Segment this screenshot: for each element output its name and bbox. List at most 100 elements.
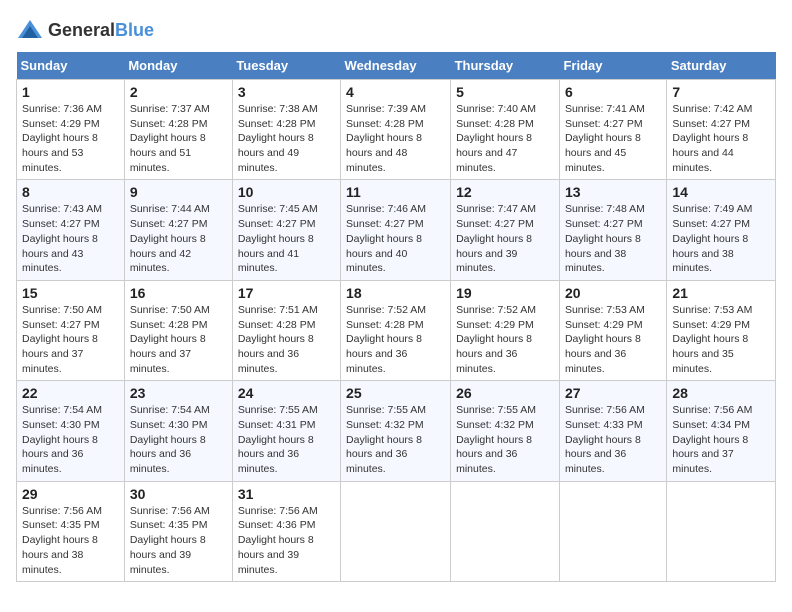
calendar-cell: 18 Sunrise: 7:52 AM Sunset: 4:28 PM Dayl…	[341, 280, 451, 380]
day-number: 19	[456, 285, 554, 301]
day-info: Sunrise: 7:41 AM Sunset: 4:27 PM Dayligh…	[565, 102, 661, 175]
day-number: 28	[672, 385, 770, 401]
calendar-week-3: 15 Sunrise: 7:50 AM Sunset: 4:27 PM Dayl…	[17, 280, 776, 380]
logo-general: GeneralBlue	[48, 20, 154, 41]
day-number: 20	[565, 285, 661, 301]
day-info: Sunrise: 7:46 AM Sunset: 4:27 PM Dayligh…	[346, 202, 445, 275]
day-info: Sunrise: 7:53 AM Sunset: 4:29 PM Dayligh…	[672, 303, 770, 376]
header-row: Sunday Monday Tuesday Wednesday Thursday…	[17, 52, 776, 80]
day-number: 3	[238, 84, 335, 100]
calendar-cell	[341, 481, 451, 581]
calendar-header: Sunday Monday Tuesday Wednesday Thursday…	[17, 52, 776, 80]
day-info: Sunrise: 7:45 AM Sunset: 4:27 PM Dayligh…	[238, 202, 335, 275]
calendar-cell: 12 Sunrise: 7:47 AM Sunset: 4:27 PM Dayl…	[451, 180, 560, 280]
calendar-table: Sunday Monday Tuesday Wednesday Thursday…	[16, 52, 776, 582]
day-info: Sunrise: 7:50 AM Sunset: 4:28 PM Dayligh…	[130, 303, 227, 376]
calendar-cell: 22 Sunrise: 7:54 AM Sunset: 4:30 PM Dayl…	[17, 381, 125, 481]
day-number: 10	[238, 184, 335, 200]
day-info: Sunrise: 7:55 AM Sunset: 4:31 PM Dayligh…	[238, 403, 335, 476]
day-number: 12	[456, 184, 554, 200]
day-number: 21	[672, 285, 770, 301]
calendar-cell: 28 Sunrise: 7:56 AM Sunset: 4:34 PM Dayl…	[667, 381, 776, 481]
calendar-cell: 31 Sunrise: 7:56 AM Sunset: 4:36 PM Dayl…	[232, 481, 340, 581]
calendar-cell: 10 Sunrise: 7:45 AM Sunset: 4:27 PM Dayl…	[232, 180, 340, 280]
logo: GeneralBlue	[16, 16, 154, 44]
col-friday: Friday	[559, 52, 666, 80]
day-info: Sunrise: 7:52 AM Sunset: 4:29 PM Dayligh…	[456, 303, 554, 376]
day-number: 1	[22, 84, 119, 100]
day-number: 23	[130, 385, 227, 401]
day-info: Sunrise: 7:55 AM Sunset: 4:32 PM Dayligh…	[456, 403, 554, 476]
day-info: Sunrise: 7:56 AM Sunset: 4:34 PM Dayligh…	[672, 403, 770, 476]
calendar-body: 1 Sunrise: 7:36 AM Sunset: 4:29 PM Dayli…	[17, 80, 776, 582]
day-info: Sunrise: 7:38 AM Sunset: 4:28 PM Dayligh…	[238, 102, 335, 175]
day-info: Sunrise: 7:55 AM Sunset: 4:32 PM Dayligh…	[346, 403, 445, 476]
calendar-cell: 25 Sunrise: 7:55 AM Sunset: 4:32 PM Dayl…	[341, 381, 451, 481]
day-info: Sunrise: 7:42 AM Sunset: 4:27 PM Dayligh…	[672, 102, 770, 175]
calendar-cell: 15 Sunrise: 7:50 AM Sunset: 4:27 PM Dayl…	[17, 280, 125, 380]
day-number: 9	[130, 184, 227, 200]
day-number: 7	[672, 84, 770, 100]
day-number: 22	[22, 385, 119, 401]
calendar-week-1: 1 Sunrise: 7:36 AM Sunset: 4:29 PM Dayli…	[17, 80, 776, 180]
day-number: 2	[130, 84, 227, 100]
day-number: 18	[346, 285, 445, 301]
col-sunday: Sunday	[17, 52, 125, 80]
calendar-cell: 1 Sunrise: 7:36 AM Sunset: 4:29 PM Dayli…	[17, 80, 125, 180]
calendar-cell	[667, 481, 776, 581]
calendar-cell	[451, 481, 560, 581]
header: GeneralBlue	[16, 16, 776, 44]
col-saturday: Saturday	[667, 52, 776, 80]
day-number: 5	[456, 84, 554, 100]
day-number: 15	[22, 285, 119, 301]
day-number: 24	[238, 385, 335, 401]
day-number: 25	[346, 385, 445, 401]
col-thursday: Thursday	[451, 52, 560, 80]
day-info: Sunrise: 7:47 AM Sunset: 4:27 PM Dayligh…	[456, 202, 554, 275]
day-info: Sunrise: 7:39 AM Sunset: 4:28 PM Dayligh…	[346, 102, 445, 175]
calendar-cell: 7 Sunrise: 7:42 AM Sunset: 4:27 PM Dayli…	[667, 80, 776, 180]
calendar-cell: 2 Sunrise: 7:37 AM Sunset: 4:28 PM Dayli…	[124, 80, 232, 180]
day-info: Sunrise: 7:36 AM Sunset: 4:29 PM Dayligh…	[22, 102, 119, 175]
calendar-week-2: 8 Sunrise: 7:43 AM Sunset: 4:27 PM Dayli…	[17, 180, 776, 280]
calendar-cell: 13 Sunrise: 7:48 AM Sunset: 4:27 PM Dayl…	[559, 180, 666, 280]
day-number: 8	[22, 184, 119, 200]
day-info: Sunrise: 7:53 AM Sunset: 4:29 PM Dayligh…	[565, 303, 661, 376]
logo-icon	[16, 16, 44, 44]
day-number: 31	[238, 486, 335, 502]
day-number: 29	[22, 486, 119, 502]
calendar-cell: 14 Sunrise: 7:49 AM Sunset: 4:27 PM Dayl…	[667, 180, 776, 280]
calendar-cell: 19 Sunrise: 7:52 AM Sunset: 4:29 PM Dayl…	[451, 280, 560, 380]
day-info: Sunrise: 7:56 AM Sunset: 4:36 PM Dayligh…	[238, 504, 335, 577]
calendar-cell: 20 Sunrise: 7:53 AM Sunset: 4:29 PM Dayl…	[559, 280, 666, 380]
day-number: 11	[346, 184, 445, 200]
calendar-cell: 17 Sunrise: 7:51 AM Sunset: 4:28 PM Dayl…	[232, 280, 340, 380]
col-tuesday: Tuesday	[232, 52, 340, 80]
calendar-cell: 11 Sunrise: 7:46 AM Sunset: 4:27 PM Dayl…	[341, 180, 451, 280]
calendar-cell: 23 Sunrise: 7:54 AM Sunset: 4:30 PM Dayl…	[124, 381, 232, 481]
day-info: Sunrise: 7:43 AM Sunset: 4:27 PM Dayligh…	[22, 202, 119, 275]
day-info: Sunrise: 7:49 AM Sunset: 4:27 PM Dayligh…	[672, 202, 770, 275]
day-number: 30	[130, 486, 227, 502]
col-wednesday: Wednesday	[341, 52, 451, 80]
calendar-week-4: 22 Sunrise: 7:54 AM Sunset: 4:30 PM Dayl…	[17, 381, 776, 481]
day-number: 27	[565, 385, 661, 401]
day-info: Sunrise: 7:48 AM Sunset: 4:27 PM Dayligh…	[565, 202, 661, 275]
day-info: Sunrise: 7:51 AM Sunset: 4:28 PM Dayligh…	[238, 303, 335, 376]
calendar-cell: 4 Sunrise: 7:39 AM Sunset: 4:28 PM Dayli…	[341, 80, 451, 180]
day-info: Sunrise: 7:56 AM Sunset: 4:35 PM Dayligh…	[130, 504, 227, 577]
col-monday: Monday	[124, 52, 232, 80]
day-info: Sunrise: 7:37 AM Sunset: 4:28 PM Dayligh…	[130, 102, 227, 175]
day-info: Sunrise: 7:56 AM Sunset: 4:33 PM Dayligh…	[565, 403, 661, 476]
day-number: 4	[346, 84, 445, 100]
calendar-cell: 9 Sunrise: 7:44 AM Sunset: 4:27 PM Dayli…	[124, 180, 232, 280]
calendar-cell: 3 Sunrise: 7:38 AM Sunset: 4:28 PM Dayli…	[232, 80, 340, 180]
calendar-cell	[559, 481, 666, 581]
day-number: 14	[672, 184, 770, 200]
calendar-cell: 8 Sunrise: 7:43 AM Sunset: 4:27 PM Dayli…	[17, 180, 125, 280]
calendar-cell: 24 Sunrise: 7:55 AM Sunset: 4:31 PM Dayl…	[232, 381, 340, 481]
day-info: Sunrise: 7:54 AM Sunset: 4:30 PM Dayligh…	[22, 403, 119, 476]
day-info: Sunrise: 7:54 AM Sunset: 4:30 PM Dayligh…	[130, 403, 227, 476]
day-number: 26	[456, 385, 554, 401]
calendar-cell: 16 Sunrise: 7:50 AM Sunset: 4:28 PM Dayl…	[124, 280, 232, 380]
